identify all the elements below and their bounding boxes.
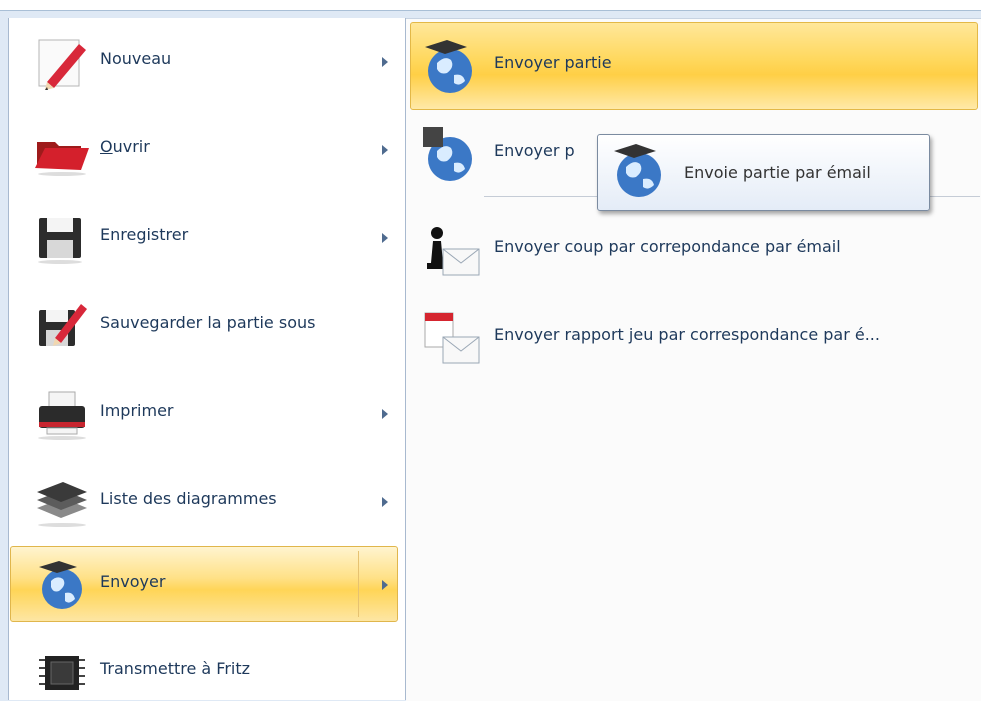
chessboards-icon <box>37 482 87 527</box>
menu-item-imprimer[interactable]: Imprimer <box>10 375 398 451</box>
floppy-disk-icon <box>38 218 82 264</box>
menu-item-enregistrer[interactable]: Enregistrer <box>10 199 398 275</box>
globe-board-icon <box>425 40 472 93</box>
pdf-envelope-icon <box>424 312 480 364</box>
submenu-item-envoyer-rapport[interactable]: Envoyer rapport jeu par correspondance p… <box>410 294 978 382</box>
menu-item-ouvrir[interactable]: Ouvrir <box>10 111 398 187</box>
menu-label: Sauvegarder la partie sous <box>100 313 316 332</box>
menu-item-nouveau[interactable]: Nouveau <box>10 23 398 99</box>
folder-open-icon <box>35 142 89 176</box>
printer-icon <box>38 391 86 440</box>
tooltip: Envoie partie par émail <box>597 134 930 211</box>
menu-label: Transmettre à Fritz <box>100 659 251 678</box>
submenu-split-divider <box>358 551 359 617</box>
submenu-arrow-icon <box>382 145 388 155</box>
submenu-label: Envoyer rapport jeu par correspondance p… <box>494 325 880 344</box>
submenu-arrow-icon <box>382 497 388 507</box>
menu-label: Envoyer <box>100 572 166 591</box>
globe-board-icon <box>423 127 472 181</box>
pencil-new-icon <box>38 39 86 90</box>
submenu-label: Envoyer p <box>494 141 575 160</box>
globe-board-icon <box>614 144 661 197</box>
submenu-arrow-icon <box>382 409 388 419</box>
menu-item-transmettre-fritz[interactable]: Transmettre à Fritz <box>10 633 398 709</box>
submenu-item-envoyer-coup[interactable]: Envoyer coup par correpondance par émail <box>410 206 978 294</box>
globe-board-icon <box>39 561 82 609</box>
pawn-envelope-icon <box>427 227 480 276</box>
menu-label: Ouvrir <box>100 137 150 156</box>
submenu-arrow-icon <box>382 57 388 67</box>
submenu-label: Envoyer partie <box>494 53 612 72</box>
save-as-icon <box>39 304 87 346</box>
submenu-arrow-icon <box>382 580 388 590</box>
menu-label: Nouveau <box>100 49 172 68</box>
menu-label: Enregistrer <box>100 225 189 244</box>
chip-icon <box>39 656 85 690</box>
menu-item-envoyer[interactable]: Envoyer <box>10 546 398 622</box>
menu-label: Imprimer <box>100 401 174 420</box>
submenu-item-envoyer-partie[interactable]: Envoyer partie <box>410 22 978 110</box>
tooltip-text: Envoie partie par émail <box>684 163 871 182</box>
submenu-label: Envoyer coup par correpondance par émail <box>494 237 841 256</box>
menu-label: Liste des diagrammes <box>100 489 277 508</box>
menu-item-sauvegarder[interactable]: Sauvegarder la partie sous <box>10 287 398 363</box>
submenu-arrow-icon <box>382 233 388 243</box>
menu-item-liste-diagrammes[interactable]: Liste des diagrammes <box>10 463 398 539</box>
